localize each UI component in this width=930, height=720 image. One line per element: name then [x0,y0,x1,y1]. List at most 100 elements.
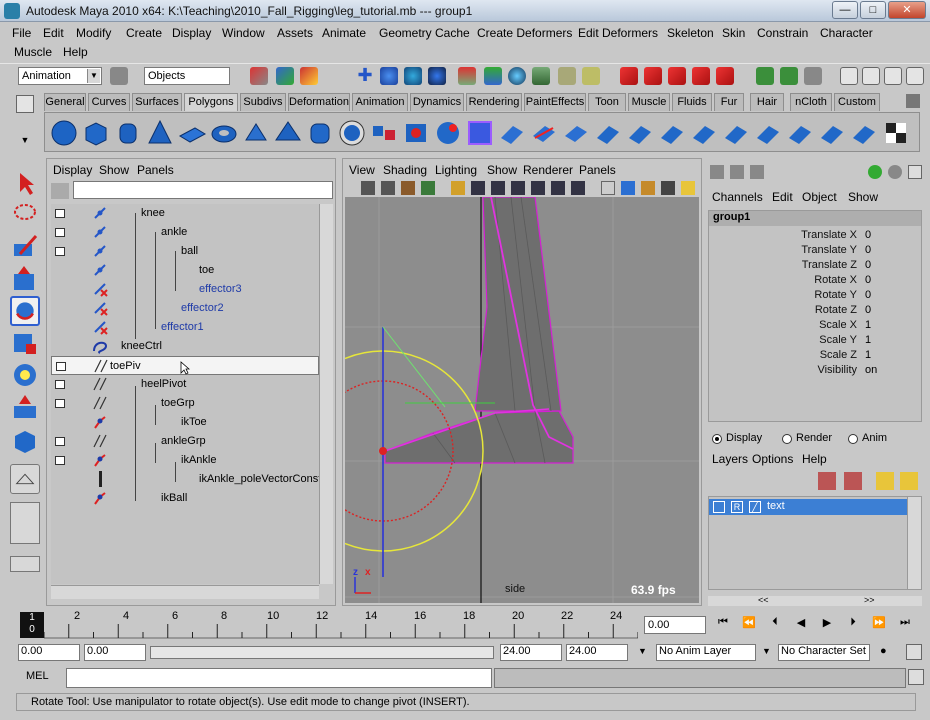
magnet-surface-icon[interactable] [692,67,710,85]
layer-settings-icon[interactable] [900,472,918,490]
tool-settings-mode-icon[interactable] [750,165,764,179]
channel-rotate-x[interactable]: Rotate X0 [709,274,923,289]
append-polygon-icon[interactable] [561,118,591,148]
menu-skin[interactable]: Skin [722,26,745,40]
selection-mode-dropdown[interactable]: Objects [144,67,230,85]
shelf-menu-arrow-icon[interactable]: ▼ [16,135,34,149]
poly-pipe-icon[interactable] [305,118,335,148]
camera-attributes-icon[interactable] [381,181,395,195]
show-manipulator-icon[interactable] [10,426,40,456]
film-gate-icon[interactable] [471,181,485,195]
magnet-icon[interactable] [620,67,638,85]
channel-rotate-z[interactable]: Rotate Z0 [709,304,923,319]
expand-box[interactable] [55,380,65,389]
play-backward-icon[interactable]: ◀ [790,616,812,634]
outliner-row-toe[interactable]: toe [51,261,319,280]
render-sphere-icon[interactable] [508,67,526,85]
attribute-editor-icon[interactable] [840,67,858,85]
expand-box[interactable] [55,247,65,256]
time-slider[interactable]: 1 0 2 4 6 8 10 12 14 16 18 20 22 24 [20,610,638,640]
outliner-horizontal-scrollbar[interactable] [51,585,319,599]
outliner-row-effector1[interactable]: effector1 [51,318,319,337]
outliner-row-ikball[interactable]: ikBall [51,489,319,508]
channel-box-toggle-icon[interactable] [884,67,902,85]
tab-general[interactable]: General [44,93,86,111]
gate-mask-icon[interactable] [511,181,525,195]
bookmarks-icon[interactable] [401,181,415,195]
command-input[interactable] [66,668,492,688]
animation-preferences-icon[interactable] [906,644,922,660]
menu-edit-deformers[interactable]: Edit Deformers [578,26,658,40]
outliner-row-anklegrp[interactable]: ankleGrp [51,432,319,451]
outliner-row-ikankle[interactable]: ikAnkle [51,451,319,470]
outliner-row-toepiv-selected[interactable]: toePiv [51,356,319,375]
viewport-menu-show[interactable]: Show [487,163,517,177]
boolean-union-icon[interactable] [465,118,495,148]
image-plane-icon[interactable] [421,181,435,195]
layer-type-toggle[interactable]: R [731,501,743,513]
menu-edit[interactable]: Edit [43,26,64,40]
channels-menu-show[interactable]: Show [848,190,878,204]
menu-constrain[interactable]: Constrain [757,26,808,40]
outliner-row-toegrp[interactable]: toeGrp [51,394,319,413]
anim-layer-field[interactable]: No Anim Layer [656,644,756,661]
step-forward-frame-icon[interactable]: ⏩ [868,616,890,634]
menu-file[interactable]: File [12,26,31,40]
paint-select-tool-icon[interactable] [10,232,40,262]
merge-icon[interactable] [721,118,751,148]
tab-fluids[interactable]: Fluids [672,93,712,111]
snap-grid-icon[interactable]: ✚ [356,66,374,85]
tab-dynamics[interactable]: Dynamics [410,93,464,111]
safe-action-icon[interactable] [551,181,565,195]
playback-start-field[interactable]: 0.00 [84,644,146,661]
outliner-row-heelpivot[interactable]: heelPivot [51,375,319,394]
channel-scale-x[interactable]: Scale X1 [709,319,923,334]
outliner-vertical-scrollbar[interactable] [319,204,333,584]
menu-display[interactable]: Display [172,26,211,40]
quick-layout-buttons[interactable] [10,502,40,544]
node-name[interactable]: group1 [709,211,921,226]
side-view-canvas[interactable] [345,197,699,603]
outliner-row-ball[interactable]: ball [51,242,319,261]
radio-display-selected[interactable] [712,434,722,444]
pivot-point[interactable] [379,447,387,455]
scroll-left-arrows[interactable]: << [758,595,769,605]
channel-translate-y[interactable]: Translate Y0 [709,244,923,259]
trash-icon[interactable] [906,94,920,108]
expand-box[interactable] [55,209,65,218]
menu-skeleton[interactable]: Skeleton [667,26,714,40]
offset-edge-loop-icon[interactable] [657,118,687,148]
tab-rendering[interactable]: Rendering [466,93,522,111]
last-tool-icon[interactable] [10,464,40,494]
poly-torus-icon[interactable] [209,118,239,148]
outliner-row-ankle[interactable]: ankle [51,223,319,242]
outliner-row-effector2[interactable]: effector2 [51,299,319,318]
tab-surfaces[interactable]: Surfaces [132,93,182,111]
menu-create-deformers[interactable]: Create Deformers [477,26,572,40]
combine-icon[interactable] [337,118,367,148]
safe-title-icon[interactable] [571,181,585,195]
channel-box-mode-icon[interactable] [710,165,724,179]
channel-rotate-y[interactable]: Rotate Y0 [709,289,923,304]
move-tool-icon[interactable] [10,264,40,294]
shelf-tab-menu-icon[interactable] [16,95,34,113]
outliner-filter-input[interactable] [73,181,333,199]
normals-icon[interactable] [817,118,847,148]
character-set-field[interactable]: No Character Set [778,644,870,661]
menu-modify[interactable]: Modify [76,26,111,40]
poly-cylinder-icon[interactable] [113,118,143,148]
new-layer-icon[interactable] [818,472,836,490]
outliner-row-effector3[interactable]: effector3 [51,280,319,299]
insert-edge-loop-icon[interactable] [625,118,655,148]
tab-deformation[interactable]: Deformation [288,93,350,111]
tab-curves[interactable]: Curves [88,93,130,111]
outliner-row-kneectrl[interactable]: kneeCtrl [51,337,319,356]
leg-mesh[interactable] [474,197,562,412]
collapse-icon[interactable] [753,118,783,148]
time-ruler[interactable] [44,610,638,640]
title-bar[interactable]: Autodesk Maya 2010 x64: K:\Teaching\2010… [0,0,930,22]
current-frame-marker[interactable]: 1 0 [20,612,44,638]
viewport-menu-lighting[interactable]: Lighting [435,163,477,177]
layer-editor-toggle-icon[interactable] [906,67,924,85]
layer-horizontal-scrollbar[interactable]: << >> [708,595,922,606]
